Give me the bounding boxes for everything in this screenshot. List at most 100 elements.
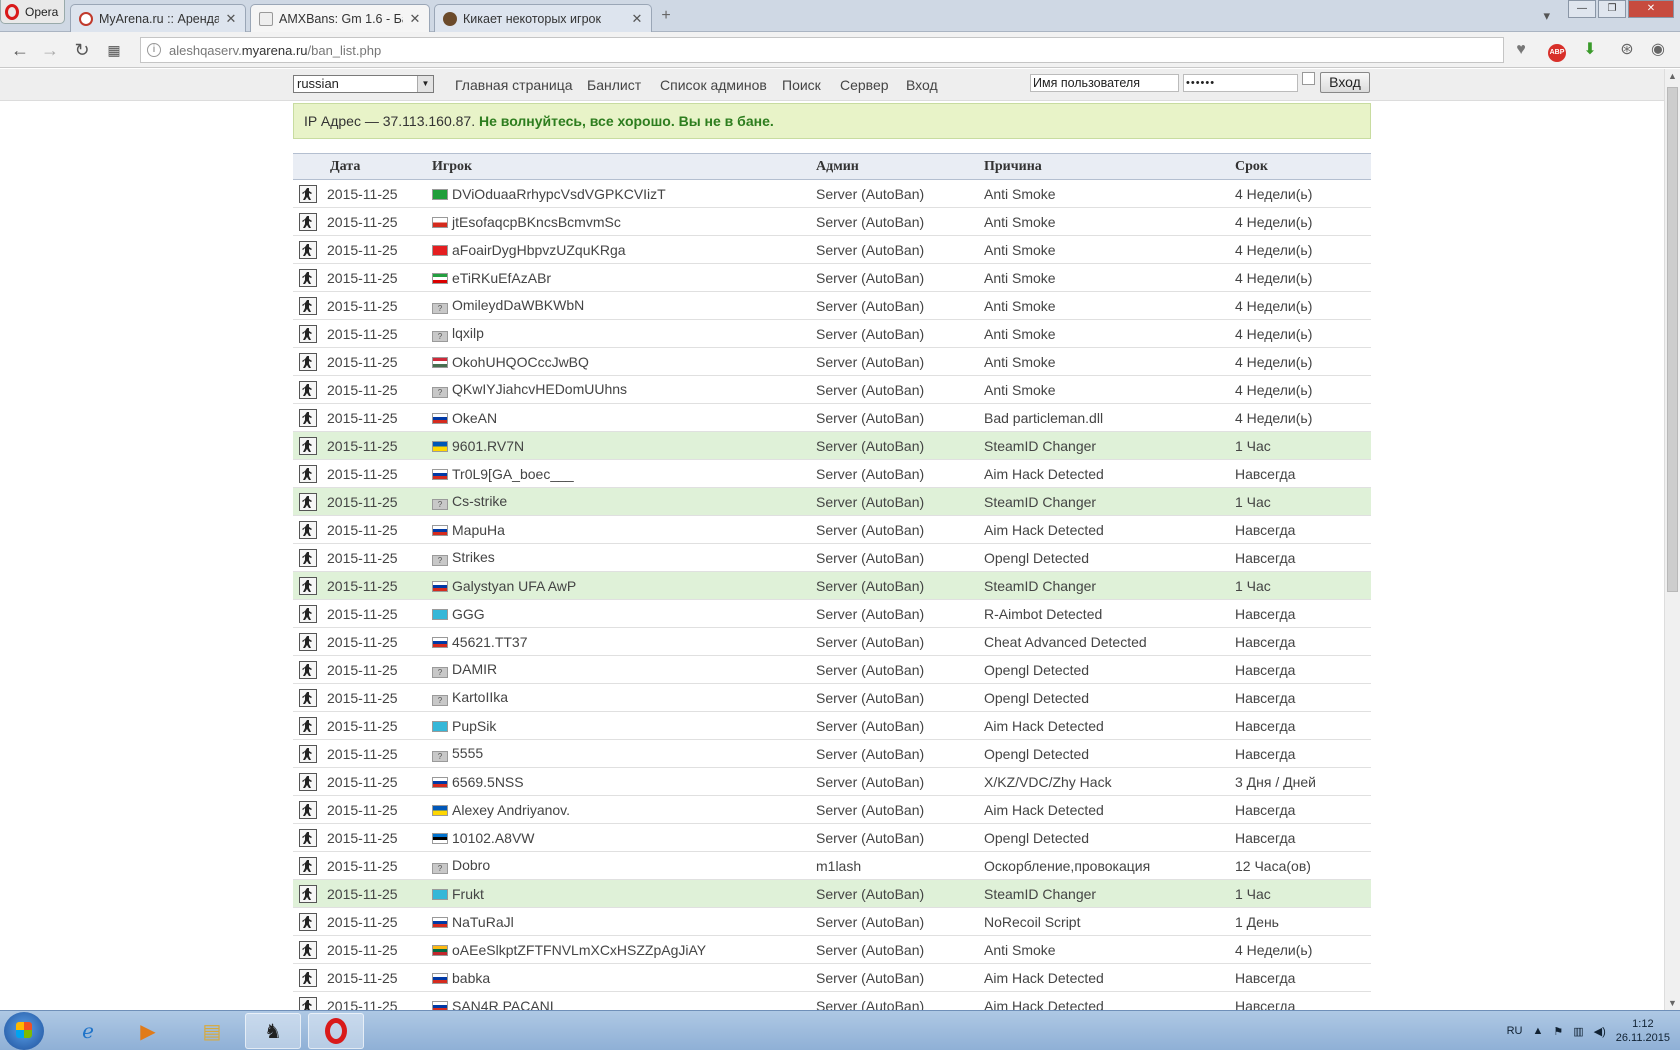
table-row[interactable]: 2015-11-25? 5555 Server (AutoBan) Opengl De… [293, 739, 1371, 768]
speed-dial-grid-icon[interactable]: ▦ [104, 40, 124, 60]
player-cell[interactable]: ? KartoIIka [432, 683, 816, 712]
taskbar-media-player-icon[interactable]: ▶ [120, 1013, 176, 1049]
password-field[interactable]: •••••• [1183, 74, 1298, 92]
tab-amxbans[interactable]: AMXBans: Gm 1.6 - Банли ✕ [250, 4, 430, 33]
table-row[interactable]: 2015-11-25? Strikes Server (AutoBan) Opengl… [293, 543, 1371, 572]
player-cell[interactable]: ? Dobro [432, 851, 816, 880]
table-row[interactable]: 2015-11-25? Cs-strike Server (AutoBan) Stea… [293, 487, 1371, 516]
language-select[interactable]: russian ▼ [293, 75, 434, 93]
login-button[interactable]: Вход [1320, 72, 1370, 93]
opera-menu-button[interactable]: Opera [0, 0, 65, 24]
tab-kick-question[interactable]: Кикает некоторых игрок ✕ [434, 4, 652, 32]
table-row[interactable]: 2015-11-25 babka Server (AutoBan) Aim Hack … [293, 963, 1371, 992]
url-field[interactable]: i aleshqaserv.myarena.ru/ban_list.php [140, 37, 1504, 63]
tab-myarena[interactable]: MyArena.ru :: Аренда игр ✕ [70, 4, 246, 32]
start-button[interactable] [4, 1012, 44, 1050]
player-cell[interactable]: aFoairDygHbpvzUZquKRga [432, 235, 816, 264]
taskbar-cs-icon[interactable]: ♞ [245, 1013, 301, 1049]
nav-banlist-link[interactable]: Банлист [587, 77, 641, 93]
player-cell[interactable]: OkeAN [432, 403, 816, 432]
player-cell[interactable]: NaTuRaJl [432, 907, 816, 936]
table-row[interactable]: 2015-11-25 MapuHa Server (AutoBan) Aim Hack… [293, 515, 1371, 544]
table-row[interactable]: 2015-11-25 oAEeSlkptZFTFNVLmXCxHSZZpAgJiA… [293, 935, 1371, 964]
heart-bookmark-icon[interactable]: ♥ [1511, 40, 1531, 60]
player-cell[interactable]: SAN4R PACANI [432, 991, 816, 1010]
player-cell[interactable]: jtEsofaqcpBKncsBcmvmSc [432, 207, 816, 236]
taskbar-opera-icon[interactable] [308, 1013, 364, 1049]
player-cell[interactable]: MapuHa [432, 515, 816, 544]
nav-search-link[interactable]: Поиск [782, 77, 821, 93]
account-icon[interactable]: ◉ [1648, 40, 1668, 60]
taskbar-ie-icon[interactable]: ℯ [60, 1013, 116, 1049]
player-cell[interactable]: Tr0L9[GA_boec___ [432, 459, 816, 488]
table-row[interactable]: 2015-11-25 Galystyan UFA AwP Server (AutoB… [293, 571, 1371, 600]
player-cell[interactable]: OkohUHQOCccJwBQ [432, 347, 816, 376]
player-cell[interactable]: 45621.TT37 [432, 627, 816, 656]
player-cell[interactable]: ? Cs-strike [432, 487, 816, 516]
player-cell[interactable]: ? 5555 [432, 739, 816, 768]
nav-server-link[interactable]: Сервер [840, 77, 889, 93]
scrollbar-thumb[interactable] [1667, 87, 1678, 592]
player-cell[interactable]: 9601.RV7N [432, 431, 816, 460]
table-row[interactable]: 2015-11-25 Alexey Andriyanov. Server (Auto… [293, 795, 1371, 824]
remember-me-checkbox[interactable] [1302, 72, 1315, 85]
player-cell[interactable]: ? QKwIYJiahcvHEDomUUhns [432, 375, 816, 404]
download-manager-icon[interactable]: ⊛ [1617, 40, 1637, 60]
adblock-icon[interactable]: ABP [1547, 40, 1567, 62]
player-cell[interactable]: ? DAMIR [432, 655, 816, 684]
table-row[interactable]: 2015-11-25? Dobro m1lash Оскорбление,провок… [293, 851, 1371, 880]
nav-admins-link[interactable]: Список админов [660, 77, 767, 93]
table-row[interactable]: 2015-11-25 GGG Server (AutoBan) R-Aimbot De… [293, 599, 1371, 628]
tray-clock[interactable]: 1:12 26.11.2015 [1616, 1017, 1670, 1045]
player-cell[interactable]: oAEeSlkptZFTFNVLmXCxHSZZpAgJiAY [432, 935, 816, 964]
nav-home-link[interactable]: Главная страница [455, 77, 573, 93]
table-row[interactable]: 2015-11-25 Frukt Server (AutoBan) SteamID C… [293, 879, 1371, 908]
input-language-indicator[interactable]: RU [1507, 1025, 1523, 1037]
minimize-button[interactable]: — [1568, 0, 1596, 18]
table-row[interactable]: 2015-11-25 PupSik Server (AutoBan) Aim Hack… [293, 711, 1371, 740]
table-row[interactable]: 2015-11-25? DAMIR Server (AutoBan) Opengl D… [293, 655, 1371, 684]
taskbar-explorer-folder-icon[interactable]: ▤ [184, 1013, 240, 1049]
table-row[interactable]: 2015-11-25 SAN4R PACANI Server (AutoBan) Ai… [293, 991, 1371, 1010]
table-row[interactable]: 2015-11-25 eTiRKuEfAzABr Server (AutoBan) A… [293, 263, 1371, 292]
player-cell[interactable]: 6569.5NSS [432, 767, 816, 796]
player-cell[interactable]: ? OmileydDaWBKWbN [432, 291, 816, 320]
action-center-flag-icon[interactable]: ⚑ [1553, 1025, 1563, 1038]
player-cell[interactable]: eTiRKuEfAzABr [432, 263, 816, 292]
forward-arrow-icon[interactable]: → [40, 40, 60, 60]
tab-menu-icon[interactable]: ▾ [1543, 8, 1550, 24]
table-row[interactable]: 2015-11-25? KartoIIka Server (AutoBan) Open… [293, 683, 1371, 712]
table-row[interactable]: 2015-11-25? OmileydDaWBKWbN Server (AutoBa… [293, 291, 1371, 320]
table-row[interactable]: 2015-11-25 jtEsofaqcpBKncsBcmvmSc Server (… [293, 207, 1371, 236]
player-cell[interactable]: Alexey Andriyanov. [432, 795, 816, 824]
table-row[interactable]: 2015-11-25 NaTuRaJl Server (AutoBan) NoReco… [293, 907, 1371, 936]
table-row[interactable]: 2015-11-25? lqxilp Server (AutoBan) Anti Sm… [293, 319, 1371, 348]
new-tab-button[interactable]: + [658, 8, 674, 24]
table-row[interactable]: 2015-11-25 DViOduaaRrhypcVsdVGPKCVIizT Ser… [293, 179, 1371, 208]
player-cell[interactable]: Frukt [432, 879, 816, 908]
scroll-down-icon[interactable]: ▼ [1668, 998, 1677, 1008]
nav-login-link[interactable]: Вход [906, 77, 938, 93]
reload-icon[interactable]: ↻ [72, 40, 92, 60]
player-cell[interactable]: Galystyan UFA AwP [432, 571, 816, 600]
table-row[interactable]: 2015-11-25 aFoairDygHbpvzUZquKRga Server (… [293, 235, 1371, 264]
player-cell[interactable]: DViOduaaRrhypcVsdVGPKCVIizT [432, 179, 816, 208]
table-row[interactable]: 2015-11-25 45621.TT37 Server (AutoBan) Chea… [293, 627, 1371, 656]
tab-close-icon[interactable]: ✕ [409, 11, 421, 27]
tab-close-icon[interactable]: ✕ [631, 11, 643, 27]
player-cell[interactable]: ? Strikes [432, 543, 816, 572]
table-row[interactable]: 2015-11-25 Tr0L9[GA_boec___ Server (AutoBa… [293, 459, 1371, 488]
download-arrow-icon[interactable]: ⬇ [1580, 40, 1600, 60]
network-icon[interactable]: ▥ [1573, 1025, 1583, 1038]
maximize-button[interactable]: ❐ [1598, 0, 1626, 18]
table-row[interactable]: 2015-11-25 OkeAN Server (AutoBan) Bad parti… [293, 403, 1371, 432]
table-row[interactable]: 2015-11-25 9601.RV7N Server (AutoBan) Steam… [293, 431, 1371, 460]
tab-close-icon[interactable]: ✕ [225, 11, 237, 27]
close-window-button[interactable]: ✕ [1628, 0, 1674, 18]
tray-expand-icon[interactable]: ▲ [1532, 1025, 1543, 1037]
table-row[interactable]: 2015-11-25? QKwIYJiahcvHEDomUUhns Server (… [293, 375, 1371, 404]
table-row[interactable]: 2015-11-25 6569.5NSS Server (AutoBan) X/KZ/… [293, 767, 1371, 796]
player-cell[interactable]: PupSik [432, 711, 816, 740]
site-info-icon[interactable]: i [147, 43, 161, 57]
table-row[interactable]: 2015-11-25 OkohUHQOCccJwBQ Server (AutoBan… [293, 347, 1371, 376]
